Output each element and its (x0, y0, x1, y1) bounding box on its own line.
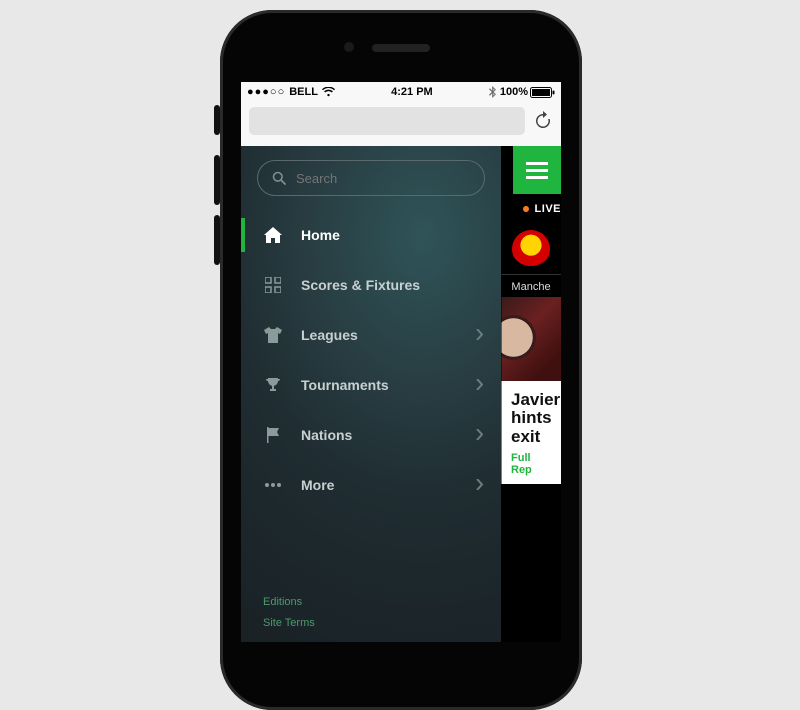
status-bar: ●●●○○ BELL 4:21 PM 100% (241, 82, 561, 102)
article-title: Javier hints exit (511, 391, 551, 446)
trophy-icon (263, 377, 283, 393)
search-icon (272, 171, 286, 185)
live-label: LIVE (535, 203, 561, 215)
browser-url-field[interactable] (249, 107, 525, 135)
bluetooth-icon (489, 86, 496, 98)
home-icon (263, 227, 283, 243)
nav-label-scores: Scores & Fixtures (301, 277, 420, 293)
nav-item-more[interactable]: More (241, 460, 501, 510)
team-block[interactable]: Manche (501, 224, 561, 297)
more-icon (263, 482, 283, 488)
phone-volume-down (214, 215, 220, 265)
clock-label: 4:21 PM (335, 86, 489, 98)
nav-item-scores[interactable]: Scores & Fixtures (241, 260, 501, 310)
search-field[interactable] (257, 160, 485, 196)
nav-item-tournaments[interactable]: Tournaments (241, 360, 501, 410)
phone-speaker (372, 44, 430, 52)
nav-item-nations[interactable]: Nations (241, 410, 501, 460)
team-name-label: Manche (501, 281, 561, 293)
side-menu: Home Scores & Fixtures Leagues (241, 146, 501, 642)
footer-editions-link[interactable]: Editions (263, 592, 315, 613)
phone-screen: ●●●○○ BELL 4:21 PM 100% (241, 82, 561, 642)
article-card[interactable]: Javier hints exit Full Rep (501, 381, 561, 484)
chevron-right-icon (476, 377, 483, 393)
menu-footer-links: Editions Site Terms (263, 592, 315, 634)
shirt-icon (263, 327, 283, 343)
live-dot-icon (523, 206, 529, 212)
phone-volume-up (214, 155, 220, 205)
divider (501, 274, 561, 275)
fixtures-icon (263, 277, 283, 293)
wifi-icon (322, 87, 335, 97)
live-indicator: LIVE (501, 194, 561, 224)
phone-mute-switch (214, 105, 220, 135)
chevron-right-icon (476, 427, 483, 443)
nav-item-leagues[interactable]: Leagues (241, 310, 501, 360)
phone-front-camera (344, 42, 354, 52)
battery-percent-label: 100% (500, 86, 528, 98)
article-full-report-link[interactable]: Full Rep (511, 452, 551, 476)
nav-label-nations: Nations (301, 427, 352, 443)
footer-site-terms-link[interactable]: Site Terms (263, 613, 315, 634)
chevron-right-icon (476, 477, 483, 493)
phone-frame: ●●●○○ BELL 4:21 PM 100% (220, 10, 582, 710)
menu-toggle-button[interactable] (513, 146, 561, 194)
browser-url-bar (241, 102, 561, 146)
battery-icon (530, 87, 555, 98)
nav-label-leagues: Leagues (301, 327, 358, 343)
reload-icon[interactable] (533, 111, 553, 131)
signal-dots-icon: ●●●○○ (247, 86, 285, 98)
nav-label-home: Home (301, 227, 340, 243)
nav-item-home[interactable]: Home (241, 210, 501, 260)
search-input[interactable] (296, 171, 470, 186)
nav-label-tournaments: Tournaments (301, 377, 389, 393)
team-crest-icon (512, 230, 550, 268)
article-image[interactable] (501, 297, 561, 381)
chevron-right-icon (476, 327, 483, 343)
nav-label-more: More (301, 477, 334, 493)
flag-icon (263, 427, 283, 443)
carrier-label: BELL (289, 86, 318, 98)
nav-list: Home Scores & Fixtures Leagues (241, 206, 501, 510)
